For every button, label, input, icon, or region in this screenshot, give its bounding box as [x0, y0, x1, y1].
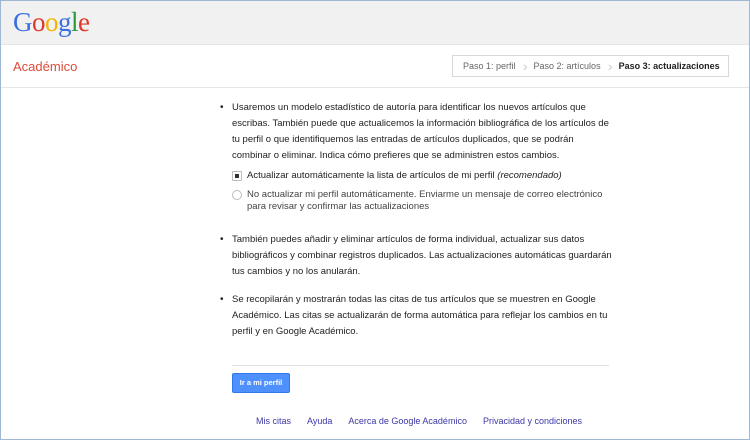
logo-letter: o: [32, 7, 46, 37]
step-3-current: Paso 3: actualizaciones: [609, 56, 728, 76]
option-auto-update-text: Actualizar automáticamente la lista de a…: [247, 170, 495, 181]
option-auto-update[interactable]: Actualizar automáticamente la lista de a…: [232, 170, 612, 182]
info-bullet-2: También puedes añadir y eliminar artícul…: [220, 232, 612, 280]
step-1-label: Paso 1: perfil: [463, 61, 516, 71]
step-3-label: Paso 3: actualizaciones: [618, 61, 720, 71]
logo-letter: o: [45, 7, 59, 37]
footer-link-about[interactable]: Acerca de Google Académico: [348, 416, 467, 426]
main-content: Usaremos un modelo estadístico de autorí…: [220, 100, 612, 340]
step-breadcrumb: Paso 1: perfil › Paso 2: artículos › Paso …: [452, 55, 729, 77]
sub-header: Académico Paso 1: perfil › Paso 2: artícu…: [1, 46, 749, 88]
info-bullet-1: Usaremos un modelo estadístico de autorí…: [220, 100, 612, 164]
option-auto-update-radio[interactable]: [232, 171, 242, 181]
logo-letter: l: [71, 7, 79, 37]
go-to-profile-button[interactable]: Ir a mi perfil: [232, 373, 290, 393]
option-manual-update[interactable]: No actualizar mi perfil automáticamente.…: [232, 189, 612, 213]
step-1: Paso 1: perfil ›: [453, 56, 528, 76]
option-manual-update-radio[interactable]: [232, 190, 242, 200]
footer-link-my-citations[interactable]: Mis citas: [256, 416, 291, 426]
step-2-label: Paso 2: artículos: [533, 61, 601, 71]
option-auto-update-label: Actualizar automáticamente la lista de a…: [247, 170, 562, 182]
footer-link-privacy[interactable]: Privacidad y condiciones: [483, 416, 582, 426]
info-bullet-3: Se recopilarán y mostrarán todas las cit…: [220, 292, 612, 340]
google-logo[interactable]: Google: [13, 7, 90, 37]
logo-letter: e: [78, 7, 90, 37]
logo-letter: g: [58, 7, 72, 37]
footer-links: Mis citas Ayuda Acerca de Google Académi…: [256, 416, 582, 426]
divider: [232, 365, 609, 366]
recommended-note: (recomendado): [497, 170, 562, 181]
option-manual-update-label: No actualizar mi perfil automáticamente.…: [247, 189, 603, 212]
brand-title[interactable]: Académico: [13, 59, 77, 74]
update-options: Actualizar automáticamente la lista de a…: [220, 170, 612, 213]
footer-link-help[interactable]: Ayuda: [307, 416, 332, 426]
step-2: Paso 2: artículos ›: [524, 56, 613, 76]
top-bar: Google: [1, 1, 749, 45]
logo-letter: G: [13, 7, 33, 37]
